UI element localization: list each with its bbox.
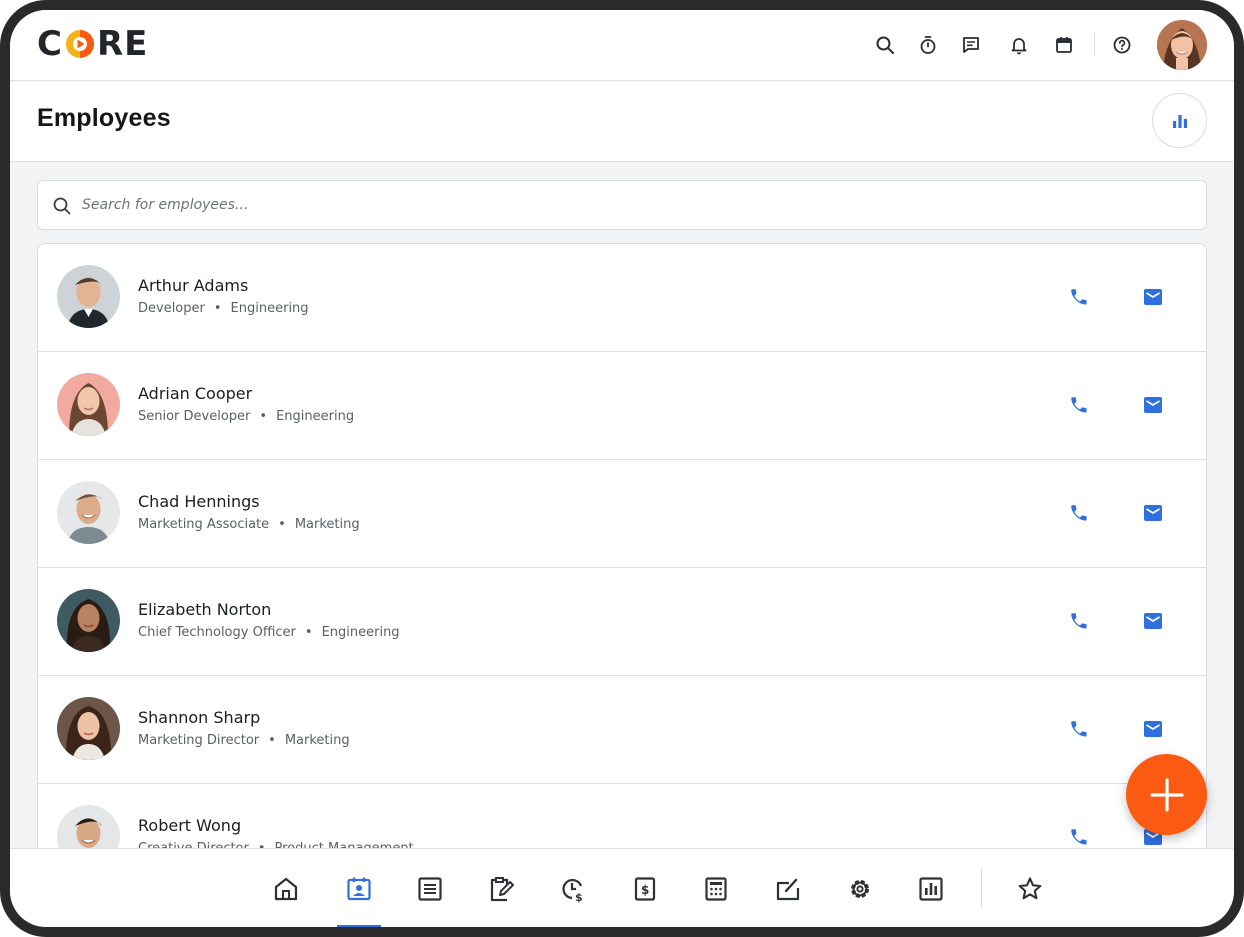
employee-subtitle: Marketing Director • Marketing [138,733,350,748]
settings-icon [851,879,869,898]
page-title: Employees [37,104,171,132]
employee-role: Senior Developer [138,409,251,424]
mail-icon[interactable] [1141,393,1165,417]
employee-avatar [57,589,120,652]
phone-icon[interactable] [1067,609,1091,633]
nav-calculator[interactable] [694,849,738,927]
employees-icon [347,877,371,900]
board-icon [776,878,800,900]
separator-dot: • [213,301,222,316]
phone-icon[interactable] [1067,717,1091,741]
employee-row[interactable]: Chad Hennings Marketing Associate • Mark… [38,460,1206,568]
employee-subtitle: Senior Developer • Engineering [138,409,354,424]
report-icon [919,876,943,901]
logo-letters-re: RE [96,24,149,64]
clipboard-edit-icon [490,876,514,901]
nav-time-expenses[interactable]: $ [551,849,595,927]
employee-department: Marketing [294,517,360,532]
page-header: Employees [10,82,1234,162]
employee-subtitle: Developer • Engineering [138,301,309,316]
search-bar [37,180,1207,230]
nav-home[interactable] [264,849,308,927]
employee-department: Engineering [230,301,309,316]
search-icon [53,197,71,215]
core-logo[interactable]: C RE [37,24,149,64]
mail-icon[interactable] [1141,501,1165,525]
employee-name: Chad Hennings [138,492,260,511]
mail-icon[interactable] [1141,285,1165,309]
star-icon [1018,876,1042,899]
employee-name: Elizabeth Norton [138,600,272,619]
document-dollar-icon: $ [634,876,656,901]
top-bar: C RE [10,10,1234,81]
mail-icon[interactable] [1141,717,1165,741]
top-divider [1094,32,1095,56]
bell-icon[interactable] [1008,34,1030,56]
nav-tasks[interactable] [479,849,523,927]
user-avatar[interactable] [1157,20,1207,70]
nav-divider [981,869,982,907]
logo-letter-c: C [37,24,63,64]
employee-row[interactable]: Arthur Adams Developer • Engineering [38,244,1206,352]
calendar-icon[interactable] [1053,34,1075,56]
phone-icon[interactable] [1067,393,1091,417]
stopwatch-icon[interactable] [917,34,939,56]
employee-subtitle: Chief Technology Officer • Engineering [138,625,400,640]
nav-reports[interactable] [909,849,953,927]
bottom-nav: $ $ [10,848,1234,927]
list-icon [418,876,442,901]
employee-avatar [57,697,120,760]
nav-invoices[interactable]: $ [623,849,667,927]
employee-name: Robert Wong [138,816,242,835]
separator-dot: • [278,517,286,532]
employee-row[interactable]: Adrian Cooper Senior Developer • Enginee… [38,352,1206,460]
svg-text:$: $ [641,883,649,897]
employee-row[interactable]: Shannon Sharp Marketing Director • Marke… [38,676,1206,784]
plus-icon [1149,777,1184,812]
employee-role: Chief Technology Officer [138,625,296,640]
employee-name: Adrian Cooper [138,384,253,403]
separator-dot: • [304,625,313,640]
nav-board[interactable] [766,849,810,927]
employee-list: Arthur Adams Developer • Engineering Adr… [37,243,1207,863]
add-employee-button[interactable] [1126,754,1207,835]
phone-icon[interactable] [1067,285,1091,309]
svg-text:$: $ [575,891,583,903]
employee-role: Marketing Associate [138,517,270,532]
nav-settings[interactable] [838,849,882,927]
employee-subtitle: Marketing Associate • Marketing [138,517,360,532]
messages-icon[interactable] [960,34,982,56]
logo-play-icon [65,30,94,58]
device-frame: C RE Employees Search for employees... A… [0,0,1244,937]
nav-list[interactable] [408,849,452,927]
employee-role: Developer [138,301,205,316]
mail-icon[interactable] [1141,609,1165,633]
search-icon[interactable] [874,34,896,56]
calculator-icon [705,876,727,901]
search-input[interactable] [82,181,1192,229]
employee-department: Engineering [321,625,400,640]
home-icon [274,877,298,900]
separator-dot: • [259,409,268,424]
phone-icon[interactable] [1067,825,1091,849]
nav-active-indicator [337,925,381,927]
employee-role: Marketing Director [138,733,260,748]
stats-button[interactable] [1152,93,1207,148]
time-money-icon: $ [562,878,583,903]
separator-dot: • [268,733,276,748]
employee-department: Marketing [284,733,350,748]
employee-avatar [57,481,120,544]
bar-chart-icon [1172,114,1187,128]
nav-favorites[interactable] [1008,849,1052,927]
app-screen: C RE Employees Search for employees... A… [10,10,1234,927]
employee-name: Shannon Sharp [138,708,261,727]
employee-name: Arthur Adams [138,276,249,295]
employee-avatar [57,265,120,328]
nav-employees[interactable] [337,849,381,927]
employee-avatar [57,373,120,436]
phone-icon[interactable] [1067,501,1091,525]
employee-department: Engineering [276,409,355,424]
employee-row[interactable]: Elizabeth Norton Chief Technology Office… [38,568,1206,676]
help-icon[interactable] [1111,34,1133,56]
